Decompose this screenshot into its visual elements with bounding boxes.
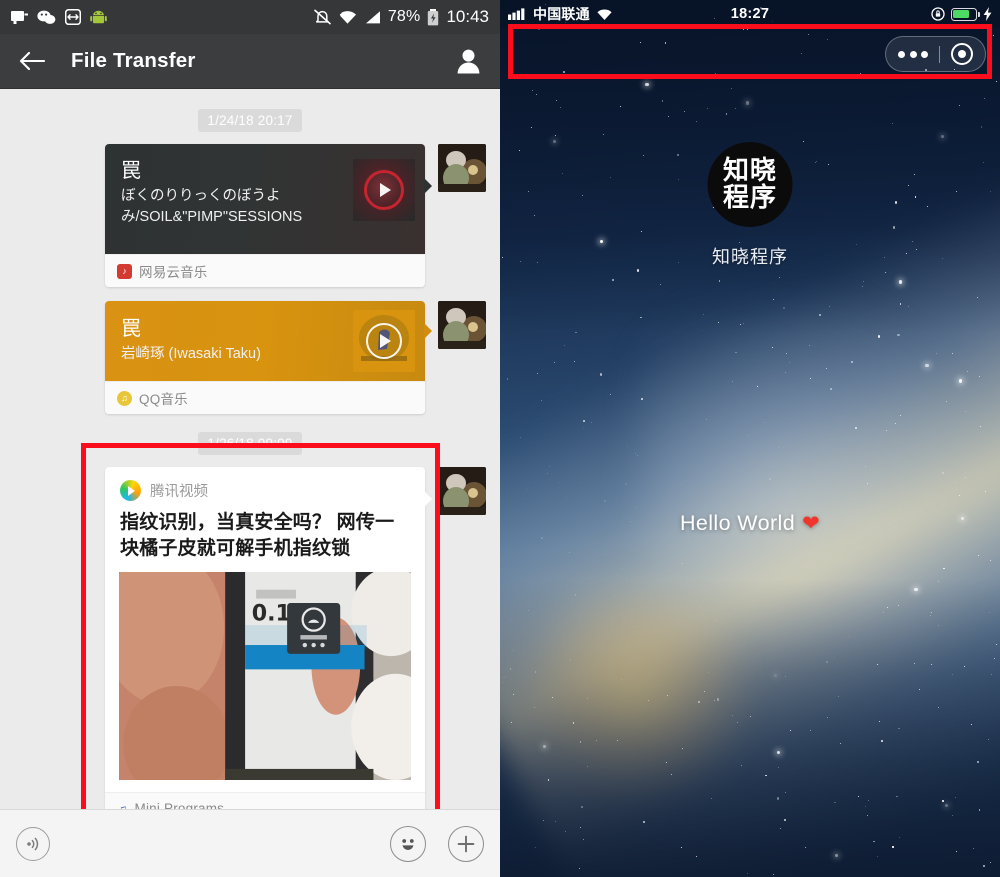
voice-input-icon[interactable] bbox=[16, 826, 50, 861]
album-art-thumbnail bbox=[353, 159, 415, 221]
article-title: 指纹识别，当真安全吗？ 网传一块橘子皮就可解手机指纹锁 bbox=[120, 512, 395, 559]
dot bbox=[921, 50, 928, 58]
avatar[interactable] bbox=[438, 144, 486, 192]
ios-miniprogram-panel: 中国联通 18:27 知晓 程序 知晓程序 Hello World ❤ bbox=[500, 0, 1000, 877]
android-robot-icon bbox=[90, 10, 107, 23]
status-bar-system-icons: 78% 10:43 bbox=[314, 7, 489, 27]
back-arrow-icon[interactable] bbox=[18, 50, 45, 72]
signal-icon bbox=[365, 10, 380, 23]
time-divider-2: 1/26/18 09:09 bbox=[0, 432, 500, 455]
music-card-footer: ♪ 网易云音乐 bbox=[105, 254, 425, 287]
android-wechat-panel: 78% 10:43 File Transfer 1/24/18 20:17 罠 … bbox=[0, 0, 500, 877]
message-row-qq-music: 罠 岩崎琢 (Iwasaki Taku) ♫ QQ音乐 bbox=[0, 301, 500, 414]
ios-status-bar: 中国联通 18:27 bbox=[500, 0, 1000, 28]
play-triangle-icon bbox=[380, 183, 391, 197]
wechat-app-bar: File Transfer bbox=[0, 34, 500, 89]
page-title: File Transfer bbox=[71, 49, 196, 72]
message-icon bbox=[11, 10, 28, 24]
avatar-image bbox=[438, 467, 486, 515]
battery-charging-icon bbox=[428, 8, 439, 25]
timestamp-label: 1/24/18 20:17 bbox=[198, 109, 302, 132]
chat-input-bar bbox=[0, 809, 500, 877]
article-card-tencent-video[interactable]: 腾讯视频 指纹识别，当真安全吗？ 网传一块橘子皮就可解手机指纹锁 0.1 bbox=[105, 467, 425, 825]
miniprogram-capsule-bar bbox=[885, 36, 986, 72]
bubble-tail bbox=[424, 178, 432, 194]
dot bbox=[909, 50, 917, 58]
wechat-icon bbox=[37, 10, 56, 24]
message-row-netease-music: 罠 ぼくのりりっくのぼうよみ/SOIL&"PIMP"SESSIONS ♪ 网易云… bbox=[0, 144, 500, 287]
tencent-video-icon bbox=[120, 480, 141, 501]
music-card-qq[interactable]: 罠 岩崎琢 (Iwasaki Taku) ♫ QQ音乐 bbox=[105, 301, 425, 414]
wifi-icon bbox=[338, 10, 356, 24]
avatar[interactable] bbox=[438, 301, 486, 349]
music-card-bubble-1[interactable]: 罠 ぼくのりりっくのぼうよみ/SOIL&"PIMP"SESSIONS ♪ 网易云… bbox=[105, 144, 432, 287]
avatar[interactable] bbox=[438, 467, 486, 515]
plus-more-icon[interactable] bbox=[448, 825, 484, 862]
article-source-label: 腾讯视频 bbox=[150, 484, 208, 500]
svg-text:0.1: 0.1 bbox=[252, 600, 291, 626]
hello-world-label: Hello World bbox=[679, 511, 796, 535]
music-card-header: 罠 岩崎琢 (Iwasaki Taku) bbox=[105, 301, 425, 381]
teamviewer-icon bbox=[65, 9, 81, 25]
music-card-meta: 罠 岩崎琢 (Iwasaki Taku) bbox=[121, 317, 353, 365]
miniprogram-content: 知晓 程序 知晓程序 Hello World ❤ bbox=[500, 0, 1000, 877]
play-triangle-icon bbox=[380, 334, 391, 348]
time-divider-1: 1/24/18 20:17 bbox=[0, 109, 500, 132]
article-source-row: 腾讯视频 bbox=[105, 467, 425, 505]
music-card-meta: 罠 ぼくのりりっくのぼうよみ/SOIL&"PIMP"SESSIONS bbox=[121, 159, 353, 228]
music-subtitle: ぼくのりりっくのぼうよみ/SOIL&"PIMP"SESSIONS bbox=[121, 188, 303, 226]
emoji-smiley-icon[interactable] bbox=[390, 825, 426, 862]
music-subtitle: 岩崎琢 (Iwasaki Taku) bbox=[121, 345, 261, 362]
message-text-input[interactable] bbox=[64, 824, 376, 863]
red-heart-icon: ❤ bbox=[802, 512, 821, 535]
ios-clock: 18:27 bbox=[730, 6, 770, 22]
music-title: 罠 bbox=[121, 160, 141, 182]
article-card-bubble[interactable]: 腾讯视频 指纹识别，当真安全吗？ 网传一块橘子皮就可解手机指纹锁 0.1 bbox=[105, 467, 432, 825]
album-art-thumbnail bbox=[353, 310, 415, 372]
music-card-netease[interactable]: 罠 ぼくのりりっくのぼうよみ/SOIL&"PIMP"SESSIONS ♪ 网易云… bbox=[105, 144, 425, 287]
music-source-label: 网易云音乐 bbox=[139, 265, 208, 280]
chat-message-list[interactable]: 1/24/18 20:17 罠 ぼくのりりっくのぼうよみ/SOIL&"PIMP"… bbox=[0, 89, 500, 876]
play-button-icon[interactable] bbox=[366, 323, 402, 359]
status-bar-notification-icons bbox=[11, 9, 107, 25]
android-clock: 10:43 bbox=[446, 7, 489, 26]
bubble-tail bbox=[424, 323, 432, 339]
lightning-bolt-icon bbox=[983, 7, 992, 21]
logo-line-1: 知晓 bbox=[722, 155, 777, 186]
contact-profile-icon[interactable] bbox=[455, 48, 482, 74]
miniprogram-logo: 知晓 程序 bbox=[707, 142, 793, 227]
play-button-icon[interactable] bbox=[364, 170, 404, 210]
logo-line-2: 程序 bbox=[722, 182, 777, 213]
miniprogram-name: 知晓程序 bbox=[712, 247, 788, 267]
bubble-tail bbox=[424, 491, 432, 507]
music-card-header: 罠 ぼくのりりっくのぼうよみ/SOIL&"PIMP"SESSIONS bbox=[105, 144, 425, 254]
screenshot-stage: 78% 10:43 File Transfer 1/24/18 20:17 罠 … bbox=[0, 0, 1000, 877]
hello-world-text: Hello World ❤ bbox=[500, 511, 1000, 536]
rotation-lock-icon bbox=[931, 7, 945, 21]
video-thumbnail[interactable]: 0.1 bbox=[119, 571, 411, 780]
music-card-footer: ♫ QQ音乐 bbox=[105, 381, 425, 414]
capsule-button-group[interactable] bbox=[885, 36, 986, 72]
mute-icon bbox=[314, 9, 331, 25]
qq-music-icon: ♫ bbox=[117, 390, 132, 406]
music-card-bubble-2[interactable]: 罠 岩崎琢 (Iwasaki Taku) ♫ QQ音乐 bbox=[105, 301, 432, 414]
dot bbox=[898, 50, 905, 58]
timestamp-label: 1/26/18 09:09 bbox=[198, 432, 302, 455]
capsule-divider bbox=[939, 45, 940, 63]
ios-status-right bbox=[931, 7, 992, 21]
avatar-image bbox=[438, 301, 486, 349]
input-bar-actions bbox=[390, 825, 484, 862]
battery-icon bbox=[951, 7, 980, 21]
avatar-image bbox=[438, 144, 486, 192]
music-title: 罠 bbox=[121, 317, 141, 340]
video-thumbnail-image: 0.1 bbox=[119, 571, 411, 780]
battery-percent-label: 78% bbox=[387, 8, 421, 25]
close-target-icon[interactable] bbox=[951, 43, 973, 65]
message-row-article: 腾讯视频 指纹识别，当真安全吗？ 网传一块橘子皮就可解手机指纹锁 0.1 bbox=[0, 467, 500, 825]
music-source-label: QQ音乐 bbox=[139, 392, 188, 407]
android-status-bar: 78% 10:43 bbox=[0, 0, 500, 34]
netease-music-icon: ♪ bbox=[117, 263, 132, 279]
more-dots-icon[interactable] bbox=[898, 50, 928, 58]
battery-fill bbox=[953, 9, 969, 19]
